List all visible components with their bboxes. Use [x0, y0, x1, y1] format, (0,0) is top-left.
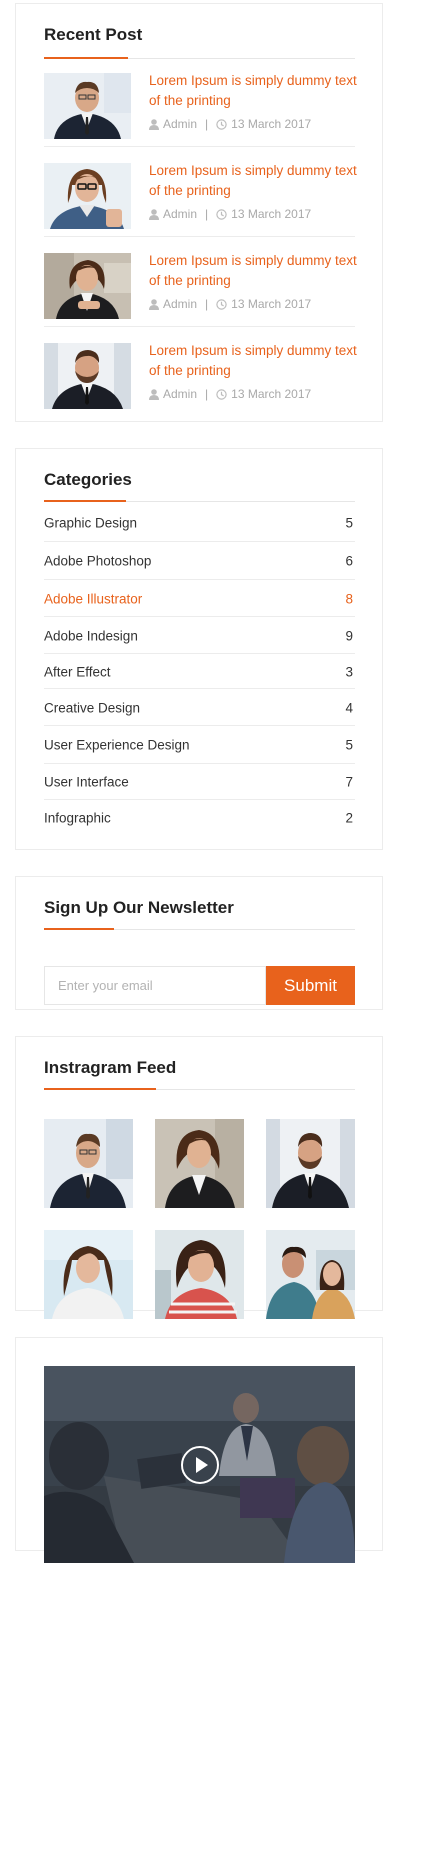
clock-icon	[216, 299, 227, 313]
category-label: Adobe Indesign	[44, 628, 138, 643]
instagram-photo[interactable]	[266, 1230, 355, 1319]
instagram-photo[interactable]	[155, 1119, 244, 1208]
category-label: After Effect	[44, 664, 111, 679]
post-meta: Admin | 13 March 2017	[149, 297, 311, 313]
category-item[interactable]: Graphic Design 5	[44, 504, 355, 542]
category-count: 4	[345, 700, 353, 715]
category-item[interactable]: Creative Design 4	[44, 689, 355, 726]
category-label: User Interface	[44, 774, 129, 790]
post-thumbnail[interactable]	[44, 253, 131, 319]
clock-icon	[216, 389, 227, 403]
title-accent-bar	[44, 57, 128, 59]
post-author: Admin	[163, 297, 198, 311]
instagram-photo[interactable]	[155, 1230, 244, 1319]
category-item[interactable]: User Experience Design 5	[44, 726, 355, 764]
category-count: 8	[345, 591, 353, 606]
category-count: 5	[345, 737, 353, 753]
post-title-link[interactable]: Lorem Ipsum is simply dummy text of the …	[149, 161, 359, 201]
title-divider	[44, 57, 355, 59]
title-divider	[44, 500, 355, 502]
category-label: Adobe Photoshop	[44, 553, 152, 569]
category-count: 2	[345, 810, 353, 826]
post-thumbnail[interactable]	[44, 343, 131, 409]
post-title-link[interactable]: Lorem Ipsum is simply dummy text of the …	[149, 71, 359, 111]
post-meta: Admin | 13 March 2017	[149, 207, 311, 223]
meta-separator: |	[205, 117, 209, 131]
meta-separator: |	[205, 387, 209, 401]
clock-icon	[216, 209, 227, 223]
category-label: Creative Design	[44, 700, 141, 715]
post-date: 13 March 2017	[231, 297, 312, 311]
video-widget	[15, 1337, 383, 1563]
category-label: Adobe Illustrator	[44, 591, 143, 606]
post-date: 13 March 2017	[231, 117, 312, 131]
category-item[interactable]: Adobe Indesign 9	[44, 617, 355, 654]
recent-post-item[interactable]: Lorem Ipsum is simply dummy text of the …	[44, 343, 357, 411]
category-label: User Experience Design	[44, 737, 190, 753]
post-title-link[interactable]: Lorem Ipsum is simply dummy text of the …	[149, 341, 359, 381]
recent-post-title: Recent Post	[44, 25, 143, 44]
category-count: 9	[345, 628, 353, 643]
recent-post-widget: Recent Post Lorem Ipsum is simply dummy …	[15, 3, 383, 422]
title-divider	[44, 1088, 355, 1090]
submit-button[interactable]: Submit	[266, 966, 355, 1005]
instagram-photo[interactable]	[266, 1119, 355, 1208]
clock-icon	[216, 119, 227, 133]
post-thumbnail[interactable]	[44, 73, 131, 139]
category-item[interactable]: User Interface 7	[44, 764, 355, 800]
category-count: 5	[345, 515, 353, 531]
post-divider	[44, 236, 355, 237]
post-date: 13 March 2017	[231, 387, 312, 401]
play-icon[interactable]	[181, 1446, 219, 1484]
post-author: Admin	[163, 207, 198, 221]
recent-post-item[interactable]: Lorem Ipsum is simply dummy text of the …	[44, 163, 357, 231]
category-count: 3	[345, 664, 353, 679]
newsletter-title: Sign Up Our Newsletter	[44, 898, 234, 917]
recent-post-item[interactable]: Lorem Ipsum is simply dummy text of the …	[44, 73, 357, 141]
post-meta: Admin | 13 March 2017	[149, 117, 311, 133]
meta-separator: |	[205, 297, 209, 311]
post-divider	[44, 326, 355, 327]
categories-title: Categories	[44, 470, 132, 489]
category-item[interactable]: Adobe Photoshop 6	[44, 542, 355, 580]
category-label: Graphic Design	[44, 515, 138, 531]
post-author: Admin	[163, 117, 198, 131]
title-accent-bar	[44, 928, 114, 930]
post-author: Admin	[163, 387, 198, 401]
instagram-title: Instragram Feed	[44, 1058, 177, 1077]
instagram-photo[interactable]	[44, 1119, 133, 1208]
video-thumbnail[interactable]	[44, 1366, 355, 1563]
category-count: 6	[345, 553, 353, 569]
post-title-link[interactable]: Lorem Ipsum is simply dummy text of the …	[149, 251, 359, 291]
categories-widget: Categories Graphic Design 5 Adobe Photosho…	[15, 448, 383, 850]
newsletter-widget: Sign Up Our Newsletter Submit	[15, 876, 383, 1010]
email-field[interactable]	[44, 966, 266, 1005]
category-label: Infographic	[44, 810, 111, 826]
user-icon	[149, 389, 159, 403]
post-divider	[44, 146, 355, 147]
category-count: 7	[345, 774, 353, 790]
recent-post-item[interactable]: Lorem Ipsum is simply dummy text of the …	[44, 253, 357, 321]
meta-separator: |	[205, 207, 209, 221]
post-thumbnail[interactable]	[44, 163, 131, 229]
title-accent-bar	[44, 1088, 156, 1090]
category-item[interactable]: Infographic 2	[44, 800, 355, 836]
title-accent-bar	[44, 500, 126, 502]
instagram-photo[interactable]	[44, 1230, 133, 1319]
user-icon	[149, 299, 159, 313]
post-meta: Admin | 13 March 2017	[149, 387, 311, 403]
instagram-widget: Instragram Feed	[15, 1036, 383, 1319]
user-icon	[149, 209, 159, 223]
category-item[interactable]: Adobe Illustrator 8	[44, 580, 355, 617]
title-divider	[44, 928, 355, 930]
post-date: 13 March 2017	[231, 207, 312, 221]
category-item[interactable]: After Effect 3	[44, 654, 355, 689]
user-icon	[149, 119, 159, 133]
